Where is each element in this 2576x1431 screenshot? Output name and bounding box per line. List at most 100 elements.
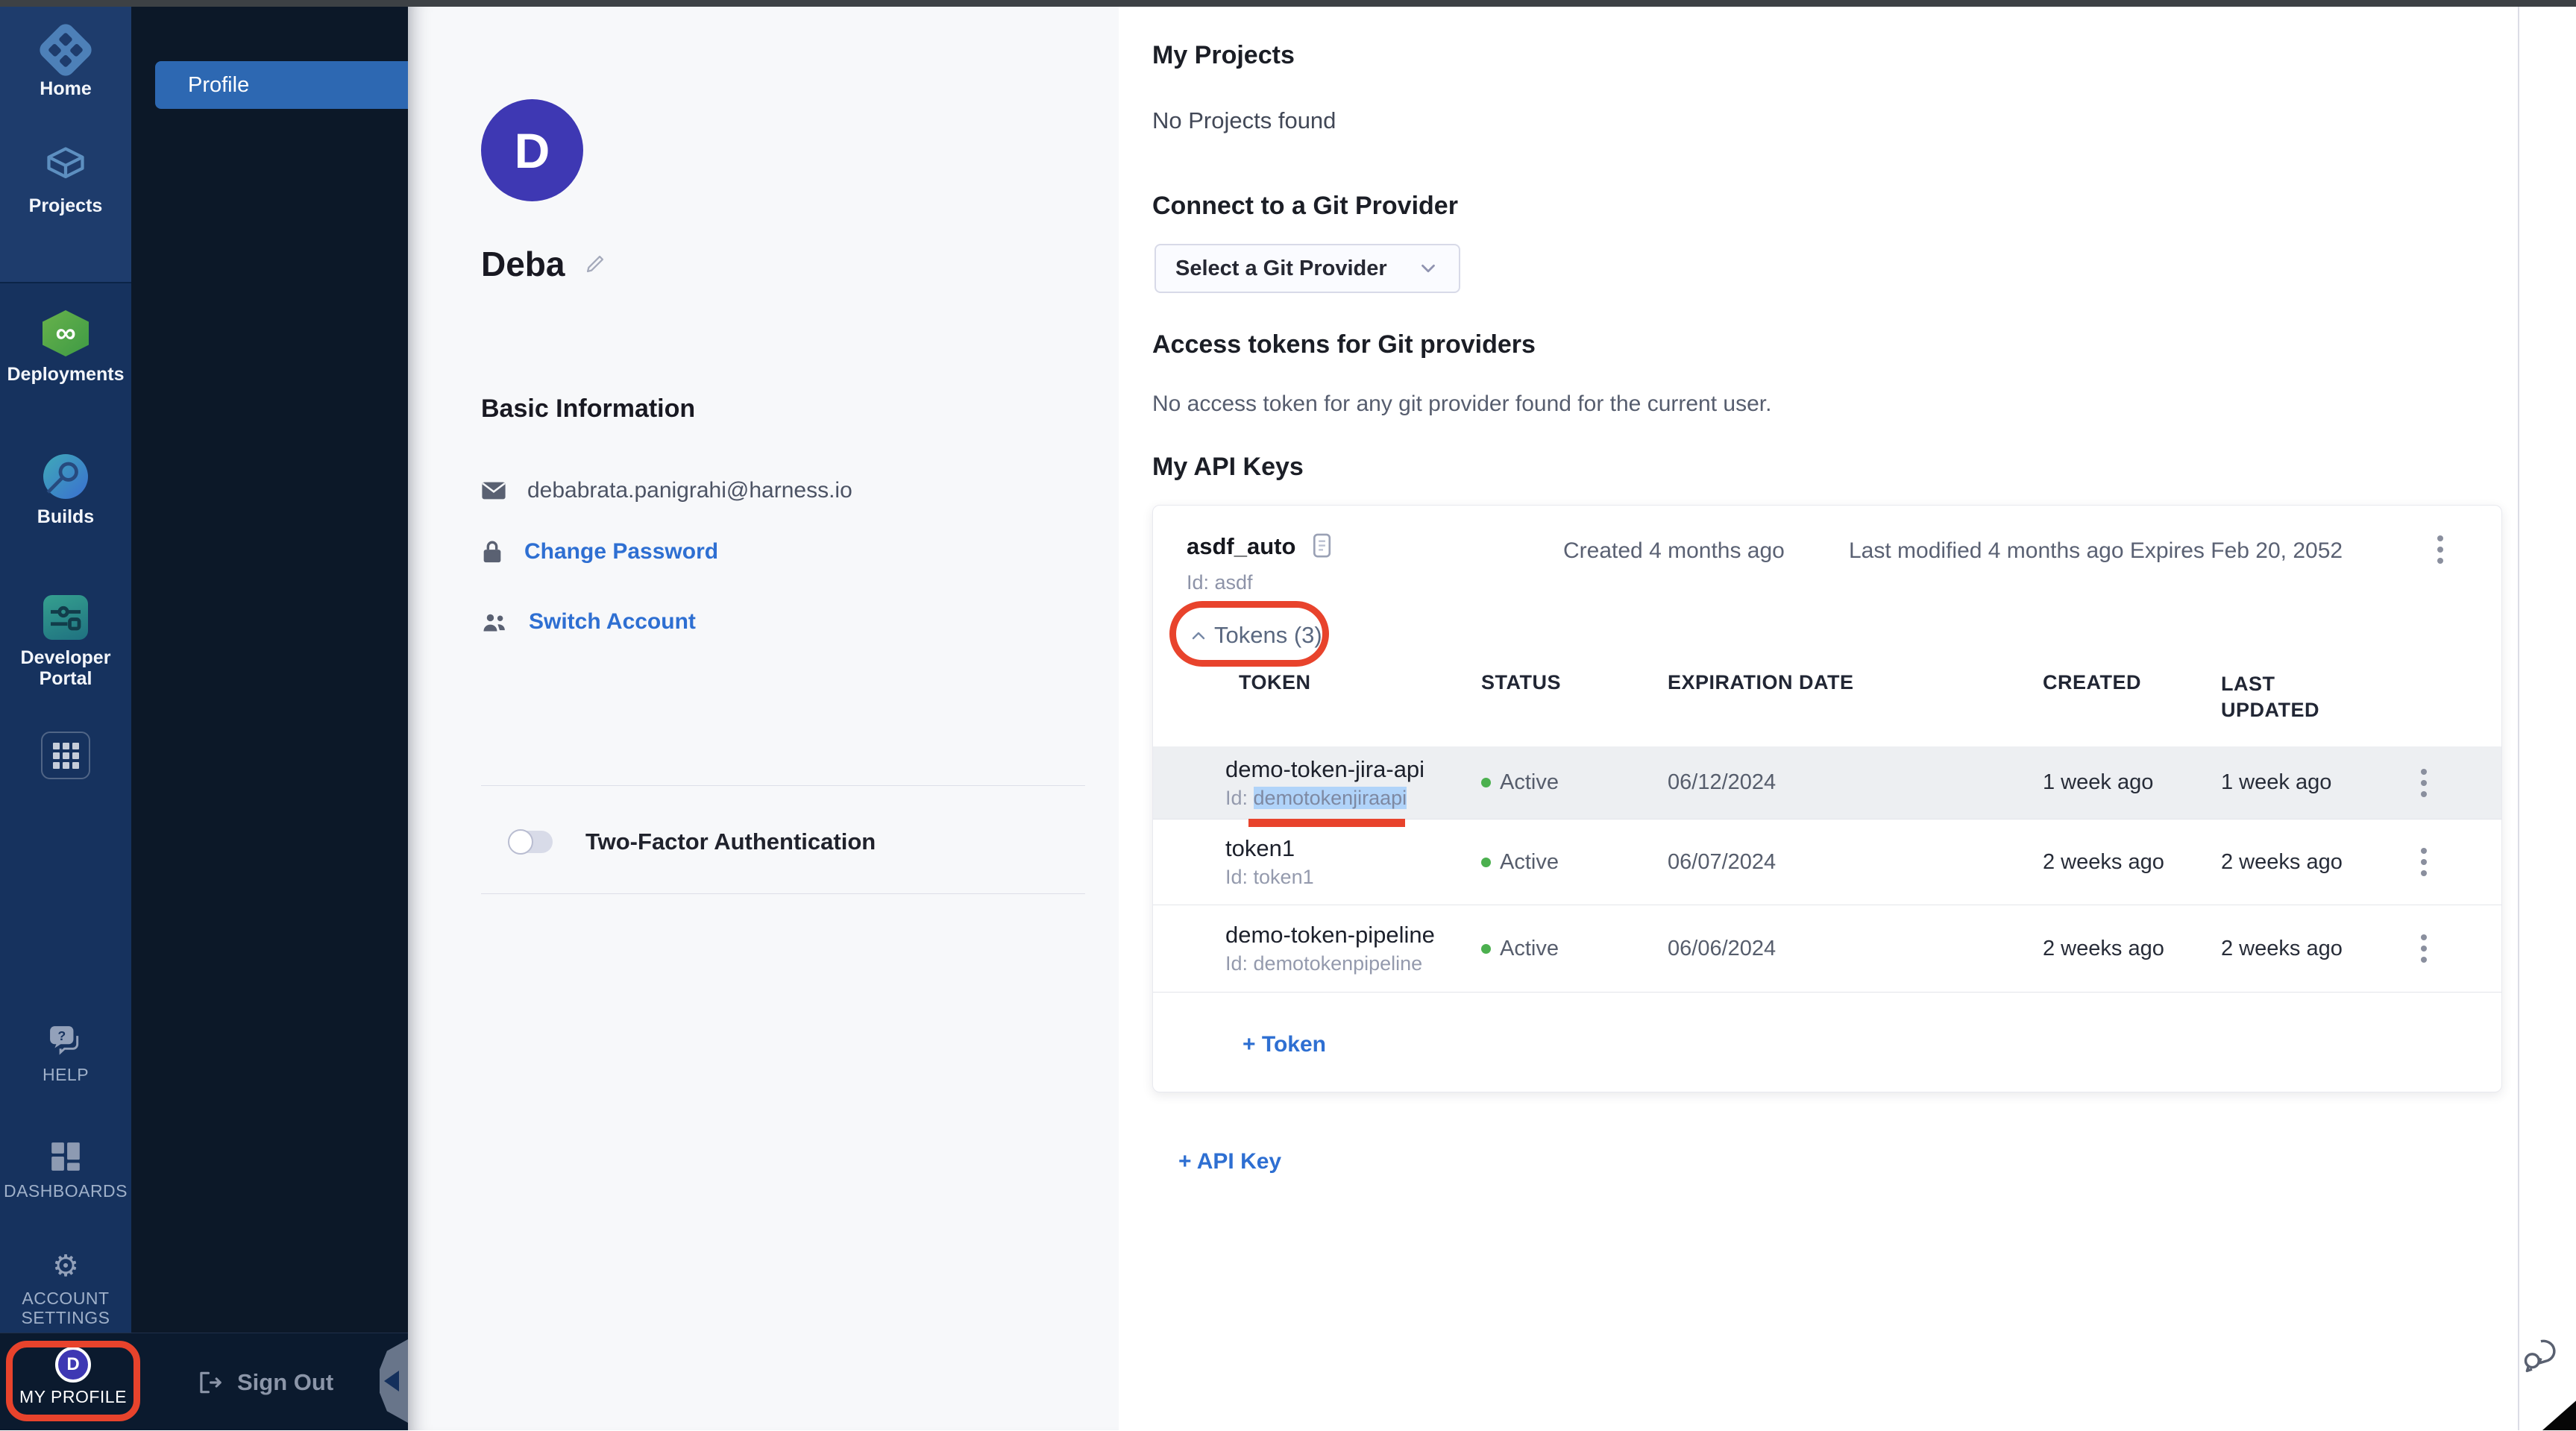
token-name: demo-token-pipeline xyxy=(1225,922,1481,949)
api-key-created: Created 4 months ago xyxy=(1563,538,1785,564)
switch-account-link[interactable]: Switch Account xyxy=(529,609,696,635)
secondary-nav-panel: Profile xyxy=(131,7,408,1333)
add-api-key-link[interactable]: + API Key xyxy=(1178,1149,1281,1174)
copy-icon[interactable] xyxy=(1312,532,1334,561)
projects-icon xyxy=(43,143,88,188)
sign-out-button[interactable]: Sign Out xyxy=(195,1333,333,1431)
sidebar-item-label: ACCOUNT SETTINGS xyxy=(6,1289,125,1328)
sidebar-item-projects[interactable]: Projects xyxy=(0,143,131,217)
table-row[interactable]: demo-token-pipeline Id: demotokenpipelin… xyxy=(1153,905,2501,993)
sidebar-item-label: DASHBOARDS xyxy=(4,1181,128,1201)
change-password-row: Change Password xyxy=(481,539,718,564)
main-content: My Projects No Projects found Connect to… xyxy=(1119,7,2576,1430)
active-status-dot xyxy=(1481,944,1491,954)
token-expiration: 06/12/2024 xyxy=(1668,770,2043,795)
token-expiration: 06/06/2024 xyxy=(1668,937,2043,961)
token-last-updated: 2 weeks ago xyxy=(2221,850,2387,875)
switch-account-row: Switch Account xyxy=(481,609,696,635)
token-id-selected-text: demotokenjiraapi xyxy=(1254,787,1407,809)
token-status: Active xyxy=(1481,937,1668,961)
developer-portal-icon xyxy=(43,595,88,640)
builds-icon xyxy=(43,454,88,499)
sidebar-item-label: MY PROFILE xyxy=(19,1387,127,1407)
sidebar-item-dashboards[interactable]: DASHBOARDS xyxy=(0,1139,131,1201)
token-created: 2 weeks ago xyxy=(2043,937,2221,961)
email-icon xyxy=(481,481,506,500)
email-row: debabrata.panigrahi@harness.io xyxy=(481,478,852,503)
sidebar-item-label: Deployments xyxy=(7,364,125,386)
sidebar-item-developer-portal[interactable]: Developer Portal xyxy=(0,595,131,691)
chat-support-button[interactable] xyxy=(2519,1335,2560,1375)
sign-out-label: Sign Out xyxy=(237,1369,333,1396)
sidebar-item-label: Builds xyxy=(37,506,94,528)
tokens-toggle-label: Tokens (3) xyxy=(1214,622,1322,649)
token-id: Id: demotokenjiraapi xyxy=(1225,787,1481,810)
sidebar-item-home[interactable]: Home xyxy=(0,29,131,100)
change-password-link[interactable]: Change Password xyxy=(524,539,718,564)
sidebar-item-deployments[interactable]: ∞ Deployments xyxy=(0,310,131,386)
api-key-menu-button[interactable] xyxy=(2437,535,2445,564)
token-id: Id: token1 xyxy=(1225,866,1481,889)
nav-rail: Home Projects ∞ Deployments Builds Devel… xyxy=(0,7,131,1430)
two-factor-label: Two-Factor Authentication xyxy=(585,828,876,855)
bottom-bar: D MY PROFILE Sign Out xyxy=(0,1333,408,1430)
git-provider-select[interactable]: Select a Git Provider xyxy=(1155,244,1460,293)
nav-item-profile-selected[interactable]: Profile xyxy=(155,61,408,109)
two-factor-toggle[interactable] xyxy=(509,831,553,853)
tokens-toggle[interactable]: Tokens (3) xyxy=(1189,622,1322,649)
token-menu-button[interactable] xyxy=(2421,769,2428,797)
api-key-name: asdf_auto xyxy=(1187,533,1295,560)
sidebar-item-account-settings[interactable]: ⚙ ACCOUNT SETTINGS xyxy=(0,1251,131,1328)
profile-panel: D Deba Basic Information debabrata.panig… xyxy=(408,7,1119,1430)
token-status: Active xyxy=(1481,850,1668,875)
token-last-updated: 2 weeks ago xyxy=(2221,937,2387,961)
nav-rail-active-module-group: Home Projects xyxy=(0,7,131,283)
api-key-modified: Last modified 4 months ago Expires Feb 2… xyxy=(1849,538,2343,564)
sidebar-item-label: HELP xyxy=(43,1065,89,1084)
token-name: demo-token-jira-api xyxy=(1225,756,1481,783)
module-selector-button[interactable] xyxy=(41,732,90,779)
token-last-updated: 1 week ago xyxy=(2221,770,2387,795)
dashboards-icon xyxy=(48,1139,83,1174)
token-name: token1 xyxy=(1225,835,1481,862)
lock-icon xyxy=(481,539,503,564)
token-created: 2 weeks ago xyxy=(2043,850,2221,875)
token-menu-button[interactable] xyxy=(2421,934,2428,963)
sidebar-item-help[interactable]: ? HELP xyxy=(0,1023,131,1084)
tokens-table-body: demo-token-jira-api Id: demotokenjiraapi… xyxy=(1153,746,2501,993)
table-row[interactable]: token1 Id: token1 Active 06/07/2024 2 we… xyxy=(1153,820,2501,905)
avatar: D xyxy=(55,1347,91,1383)
token-created: 1 week ago xyxy=(2043,770,2221,795)
panel-collapse-button[interactable] xyxy=(380,1339,408,1423)
top-edge-strip xyxy=(0,0,2576,7)
basic-information-heading: Basic Information xyxy=(481,394,695,424)
chevron-up-icon xyxy=(1189,628,1208,643)
access-tokens-heading: Access tokens for Git providers xyxy=(1152,330,1536,359)
modules-grid-icon xyxy=(53,743,79,769)
divider xyxy=(481,785,1085,786)
token-id: Id: demotokenpipeline xyxy=(1225,952,1481,975)
display-name: Deba xyxy=(481,244,565,284)
sidebar-item-builds[interactable]: Builds xyxy=(0,454,131,528)
edit-pencil-icon[interactable] xyxy=(582,251,608,277)
help-chat-icon: ? xyxy=(46,1023,85,1057)
token-id-red-underline xyxy=(1248,819,1405,827)
my-projects-heading: My Projects xyxy=(1152,41,1295,70)
token-menu-button[interactable] xyxy=(2421,848,2428,876)
col-header-created: CREATED xyxy=(2043,671,2221,694)
table-row[interactable]: demo-token-jira-api Id: demotokenjiraapi… xyxy=(1153,746,2501,820)
svg-text:?: ? xyxy=(57,1028,66,1043)
sidebar-item-label: Developer Portal xyxy=(17,647,114,691)
col-header-last-updated: LAST UPDATED xyxy=(2221,671,2333,723)
active-status-dot xyxy=(1481,778,1491,787)
sidebar-item-label: Projects xyxy=(29,195,103,217)
col-header-status: STATUS xyxy=(1481,671,1668,694)
token-status: Active xyxy=(1481,770,1668,795)
chat-bubbles-icon xyxy=(2519,1335,2560,1375)
add-token-link[interactable]: + Token xyxy=(1243,1032,1326,1057)
deployments-icon: ∞ xyxy=(43,310,89,356)
access-tokens-empty-text: No access token for any git provider fou… xyxy=(1152,391,1771,417)
token-expiration: 06/07/2024 xyxy=(1668,850,2043,875)
avatar[interactable]: D xyxy=(481,99,583,201)
sidebar-item-my-profile[interactable]: D MY PROFILE xyxy=(18,1347,128,1407)
